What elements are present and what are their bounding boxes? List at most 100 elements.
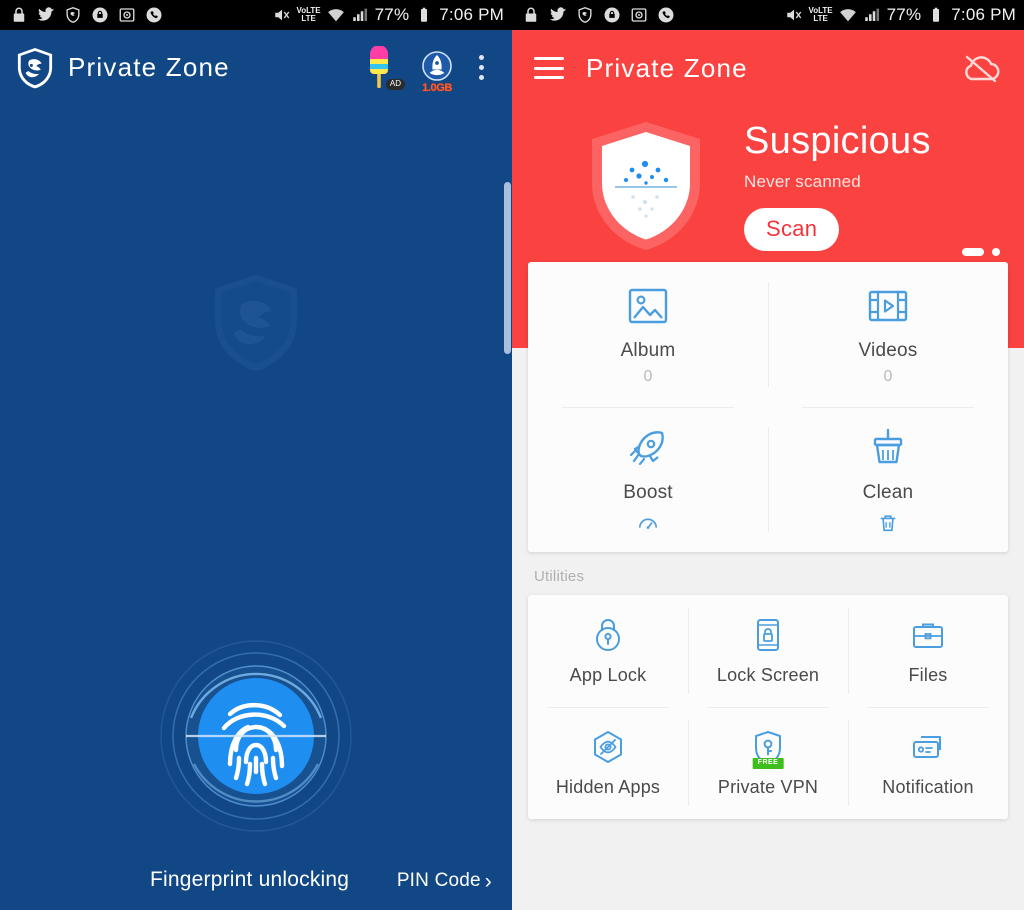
pin-code-link[interactable]: PIN Code › [397, 870, 492, 892]
notification-card-icon [913, 735, 941, 758]
utilities-card: App Lock Lock Screen Files Hidden Apps F… [528, 595, 1008, 819]
fingerprint-icon [160, 640, 352, 832]
video-icon [868, 290, 908, 321]
right-app-title: Private Zone [586, 52, 748, 83]
tile-lock-screen[interactable]: Lock Screen [688, 595, 848, 707]
wifi-icon [327, 9, 344, 22]
wifi-icon [839, 9, 856, 22]
right-app-bar: Private Zone [512, 30, 1024, 106]
clock: 7:06 PM [951, 5, 1016, 24]
scan-status-subtitle: Never scanned [744, 171, 861, 191]
safe-vault-icon [631, 8, 647, 22]
left-app-bar: Private Zone AD 1.0GB [0, 30, 512, 105]
battery-icon [933, 7, 940, 22]
status-bar-right: VoLTE LTE 77% 7:06 PM [512, 0, 1024, 30]
lock-icon [13, 7, 25, 22]
app-screenshot: VoLTE LTE 77% 7:06 PM Private Zone AD 1.… [0, 0, 1024, 910]
tile-videos[interactable]: Videos 0 [768, 262, 1008, 407]
battery-percent: 77% [374, 5, 410, 24]
broom-icon [873, 428, 903, 463]
volume-mute-icon [274, 9, 289, 21]
tile-count: 0 [883, 367, 893, 385]
shield-lion-logo [17, 47, 53, 88]
cloud-off-icon[interactable] [958, 50, 1004, 86]
page-dot[interactable] [992, 248, 1000, 256]
tile-notification[interactable]: Notification [848, 707, 1008, 819]
lock-icon [525, 7, 537, 22]
cell-signal-icon [352, 8, 367, 21]
phone-icon [658, 7, 674, 23]
battery-percent: 77% [886, 5, 922, 24]
tile-label: Files [908, 664, 948, 685]
free-badge: FREE [752, 758, 784, 769]
image-icon [628, 288, 668, 323]
fingerprint-unlock-button[interactable] [158, 638, 354, 834]
shield-lion-watermark [215, 274, 297, 371]
tile-label: Album [620, 339, 676, 361]
left-panel-lockscreen: VoLTE LTE 77% 7:06 PM Private Zone AD 1.… [0, 0, 512, 910]
tile-label: Hidden Apps [555, 776, 661, 797]
tile-hidden-apps[interactable]: Hidden Apps [528, 707, 688, 819]
rocket-boost-icon [422, 50, 452, 81]
scan-status-title: Suspicious [744, 120, 931, 162]
rocket-icon [629, 430, 664, 465]
chevron-right-icon: › [484, 869, 492, 893]
tile-app-lock[interactable]: App Lock [528, 595, 688, 707]
home-content: Album 0 Videos 0 Boost Clean Utilities A… [512, 252, 1024, 819]
boost-button[interactable]: 1.0GB [415, 42, 459, 94]
tile-label: Clean [862, 481, 914, 503]
clock: 7:06 PM [439, 5, 504, 24]
ad-popsicle-button[interactable]: AD [357, 42, 405, 94]
status-bar-left: VoLTE LTE 77% 7:06 PM [0, 0, 512, 30]
tile-clean[interactable]: Clean [768, 407, 1008, 552]
scan-hero: Suspicious Never scanned Scan [512, 106, 1024, 252]
lock-circle-icon [604, 7, 620, 23]
tile-label: App Lock [569, 664, 647, 685]
overflow-menu-icon[interactable] [473, 55, 490, 80]
hamburger-menu-icon[interactable] [534, 57, 564, 79]
trash-icon [880, 514, 896, 531]
tile-label: Notification [882, 776, 974, 797]
status-bar-left-icons [10, 6, 163, 24]
main-feature-card: Album 0 Videos 0 Boost Clean [528, 262, 1008, 552]
volte-bottom-label: LTE [301, 14, 316, 23]
pin-code-label: PIN Code [396, 870, 481, 891]
speedometer-icon [638, 518, 658, 529]
lock-circle-icon [92, 7, 108, 23]
battery-icon [421, 7, 428, 22]
padlock-icon [596, 618, 620, 651]
shield-scan-icon [592, 122, 700, 250]
shield-lion-icon [66, 7, 80, 23]
left-app-title: Private Zone [68, 52, 230, 82]
cell-signal-icon [864, 8, 879, 21]
hidden-eye-icon [594, 730, 622, 763]
boost-size-badge: 1.0GB [422, 81, 452, 94]
page-dot-active[interactable] [962, 248, 984, 256]
twitter-icon [37, 7, 55, 21]
volume-mute-icon [786, 9, 801, 21]
scan-status-block: Suspicious Never scanned Scan [744, 112, 931, 251]
tile-label: Lock Screen [716, 664, 820, 685]
tile-label: Private VPN [717, 776, 819, 797]
phone-lock-icon [757, 618, 779, 651]
page-indicator[interactable] [962, 248, 1000, 256]
tile-count: 0 [643, 367, 653, 385]
phone-icon [146, 7, 162, 23]
tile-boost[interactable]: Boost [528, 407, 768, 552]
utilities-section-title: Utilities [534, 568, 585, 585]
tile-files[interactable]: Files [848, 595, 1008, 707]
scan-button[interactable]: Scan [744, 207, 840, 251]
tile-album[interactable]: Album 0 [528, 262, 768, 407]
safe-vault-icon [119, 8, 135, 22]
twitter-icon [549, 7, 567, 21]
volte-indicator: VoLTE LTE [297, 7, 321, 23]
tile-private-vpn[interactable]: FREE Private VPN [688, 707, 848, 819]
scrollbar[interactable] [504, 182, 511, 354]
lockscreen-footer: Fingerprint unlocking PIN Code › [0, 868, 512, 892]
briefcase-icon [913, 623, 943, 648]
right-panel-home: VoLTE LTE 77% 7:06 PM Private Zone Suspi… [512, 0, 1024, 910]
vpn-icon-wrapper: FREE [750, 729, 786, 769]
volte-indicator: VoLTE LTE [809, 7, 833, 23]
tile-label: Boost [623, 481, 673, 503]
status-bar-right-indicators: VoLTE LTE 77% 7:06 PM [273, 5, 505, 25]
